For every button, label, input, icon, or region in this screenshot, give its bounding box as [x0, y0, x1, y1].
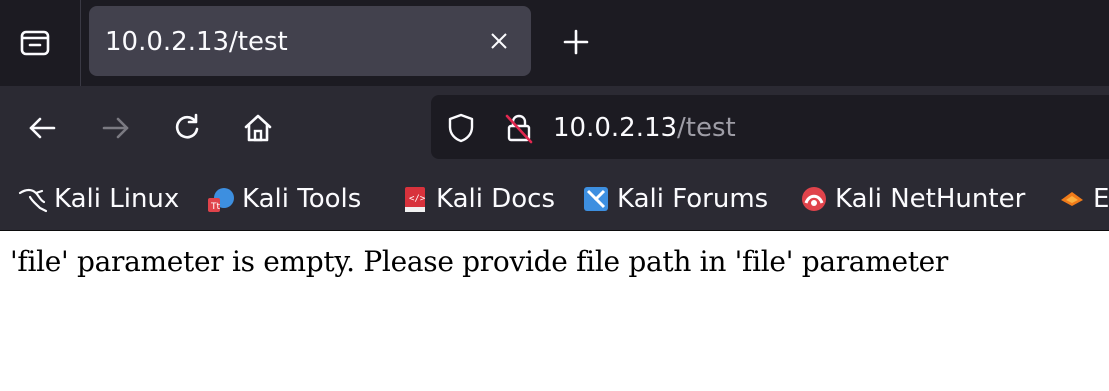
svg-text:Tt: Tt: [210, 202, 220, 212]
bookmark-kali-docs[interactable]: </> Kali Docs: [400, 168, 555, 230]
tracking-protection-shield-icon[interactable]: [445, 112, 477, 144]
navigation-toolbar: 10.0.2.13/test: [0, 86, 1109, 168]
url-path: /test: [677, 113, 736, 143]
bookmark-label: Kali Linux: [54, 184, 180, 214]
error-message: 'file' parameter is empty. Please provid…: [10, 245, 949, 278]
bookmark-kali-nethunter[interactable]: Kali NetHunter: [799, 168, 1025, 230]
bookmark-kali-forums[interactable]: Kali Forums: [581, 168, 768, 230]
reload-icon[interactable]: [165, 106, 209, 150]
tab-title: 10.0.2.13/test: [105, 27, 288, 57]
tab-close-icon[interactable]: [487, 29, 511, 53]
home-icon[interactable]: [236, 106, 280, 150]
insecure-lock-icon[interactable]: [503, 112, 535, 144]
kali-tools-icon: Tt: [206, 184, 236, 214]
url-text[interactable]: 10.0.2.13/test: [553, 95, 736, 159]
bookmark-label: Kali NetHunter: [835, 184, 1026, 214]
tab-overview-icon[interactable]: [14, 22, 56, 64]
bookmark-label: Kali Tools: [242, 184, 362, 214]
bookmark-label: E: [1093, 184, 1109, 214]
tab-separator: [80, 0, 81, 86]
page-content: 'file' parameter is empty. Please provid…: [0, 231, 1109, 391]
bookmark-kali-tools[interactable]: Tt Kali Tools: [206, 168, 361, 230]
tab-active[interactable]: 10.0.2.13/test: [89, 6, 531, 76]
tab-strip: 10.0.2.13/test: [0, 0, 1109, 86]
url-bar[interactable]: 10.0.2.13/test: [431, 95, 1109, 159]
bookmark-exploit-db[interactable]: E: [1057, 168, 1109, 230]
bookmarks-toolbar: Kali Linux Tt Kali Tools </> Kali Docs K…: [0, 168, 1109, 230]
new-tab-icon[interactable]: [556, 22, 596, 62]
forward-icon[interactable]: [94, 106, 138, 150]
kali-nethunter-icon: [799, 184, 829, 214]
kali-dragon-icon: [18, 184, 48, 214]
kali-forums-icon: [581, 184, 611, 214]
svg-text:</>: </>: [409, 194, 426, 204]
kali-docs-icon: </>: [400, 184, 430, 214]
bookmark-label: Kali Docs: [436, 184, 556, 214]
bookmark-label: Kali Forums: [617, 184, 769, 214]
bookmark-kali-linux[interactable]: Kali Linux: [18, 168, 179, 230]
back-icon[interactable]: [20, 106, 64, 150]
url-host: 10.0.2.13: [553, 113, 678, 143]
exploit-db-icon: [1057, 184, 1087, 214]
